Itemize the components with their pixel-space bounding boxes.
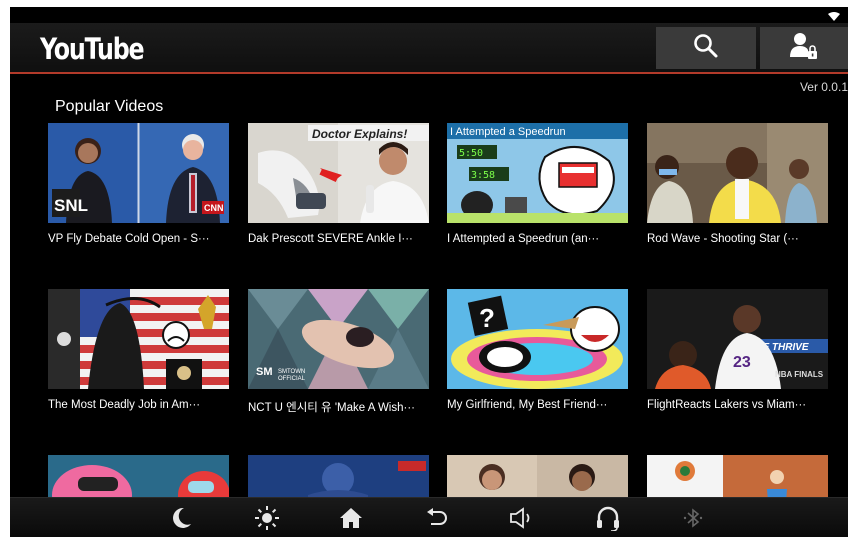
svg-text:NBA FINALS: NBA FINALS [775, 370, 824, 379]
user-lock-icon [789, 31, 819, 66]
night-mode-button[interactable] [167, 505, 197, 531]
bluetooth-button[interactable] [678, 505, 708, 531]
video-thumbnail[interactable]: ? [447, 289, 628, 389]
video-title[interactable]: The Most Deadly Job in Am··· [48, 399, 233, 411]
svg-text:3:58: 3:58 [471, 170, 495, 181]
video-title[interactable]: VP Fly Debate Cold Open - S··· [48, 233, 233, 245]
video-title[interactable]: FlightReacts Lakers vs Miam··· [647, 399, 832, 411]
svg-text:23: 23 [733, 354, 751, 371]
video-title[interactable]: I Attempted a Speedrun (an··· [447, 233, 632, 245]
headset-button[interactable] [593, 505, 623, 531]
home-icon [339, 507, 363, 529]
back-button[interactable] [422, 505, 452, 531]
thumbnail-badge-text: Doctor Explains! [312, 127, 407, 141]
svg-text:SMTOWN: SMTOWN [278, 369, 305, 375]
search-icon [693, 33, 719, 64]
search-button[interactable] [656, 27, 756, 69]
video-thumbnail[interactable]: I Attempted a Speedrun 5:50 3:58 [447, 123, 628, 223]
video-thumbnail[interactable]: SNL CNN [48, 123, 229, 223]
video-thumbnail[interactable]: WE THRIVE 23 NBA FINALS [647, 289, 828, 389]
svg-text:CNN: CNN [204, 203, 224, 213]
app-header: YouTube [10, 23, 848, 74]
video-thumbnail[interactable]: SM SMTOWN OFFICIAL [248, 289, 429, 389]
video-title[interactable]: My Girlfriend, My Best Friend··· [447, 399, 632, 411]
svg-text:?: ? [479, 303, 495, 333]
youtube-logo[interactable]: YouTube [40, 32, 145, 66]
svg-text:5:50: 5:50 [459, 148, 483, 159]
home-button[interactable] [336, 505, 366, 531]
video-grid: SNL CNN VP Fly Debate Cold Open - S··· D… [48, 123, 848, 498]
bluetooth-icon [682, 507, 704, 529]
video-thumbnail[interactable] [647, 455, 828, 498]
video-thumbnail[interactable] [248, 455, 429, 498]
video-title[interactable]: Dak Prescott SEVERE Ankle I··· [248, 233, 433, 245]
video-thumbnail[interactable] [647, 123, 828, 223]
volume-button[interactable] [507, 505, 537, 531]
bottom-navbar [10, 497, 848, 537]
device-screen: YouTube Ver 0.0.1 Popular Videos SNL CNN… [10, 7, 848, 537]
brightness-button[interactable] [252, 505, 282, 531]
moon-icon [172, 507, 192, 529]
video-thumbnail[interactable] [447, 455, 628, 498]
video-thumbnail[interactable]: Doctor Explains! [248, 123, 429, 223]
video-title[interactable]: Rod Wave - Shooting Star (··· [647, 233, 832, 245]
account-button[interactable] [760, 27, 848, 69]
version-label: Ver 0.0.1 [799, 80, 848, 94]
back-icon [425, 507, 449, 529]
thumbnail-badge-text: I Attempted a Speedrun [450, 126, 566, 138]
svg-text:SM: SM [256, 366, 273, 378]
volume-icon [509, 507, 535, 529]
svg-text:SNL: SNL [54, 196, 88, 215]
brightness-icon [255, 506, 279, 530]
headset-icon [595, 505, 621, 531]
svg-text:OFFICIAL: OFFICIAL [278, 376, 306, 382]
status-bar [10, 7, 848, 23]
section-title: Popular Videos [55, 98, 164, 115]
video-title[interactable]: NCT U 엔시티 유 'Make A Wish··· [248, 399, 433, 415]
video-thumbnail[interactable] [48, 455, 229, 498]
video-thumbnail[interactable] [48, 289, 229, 389]
